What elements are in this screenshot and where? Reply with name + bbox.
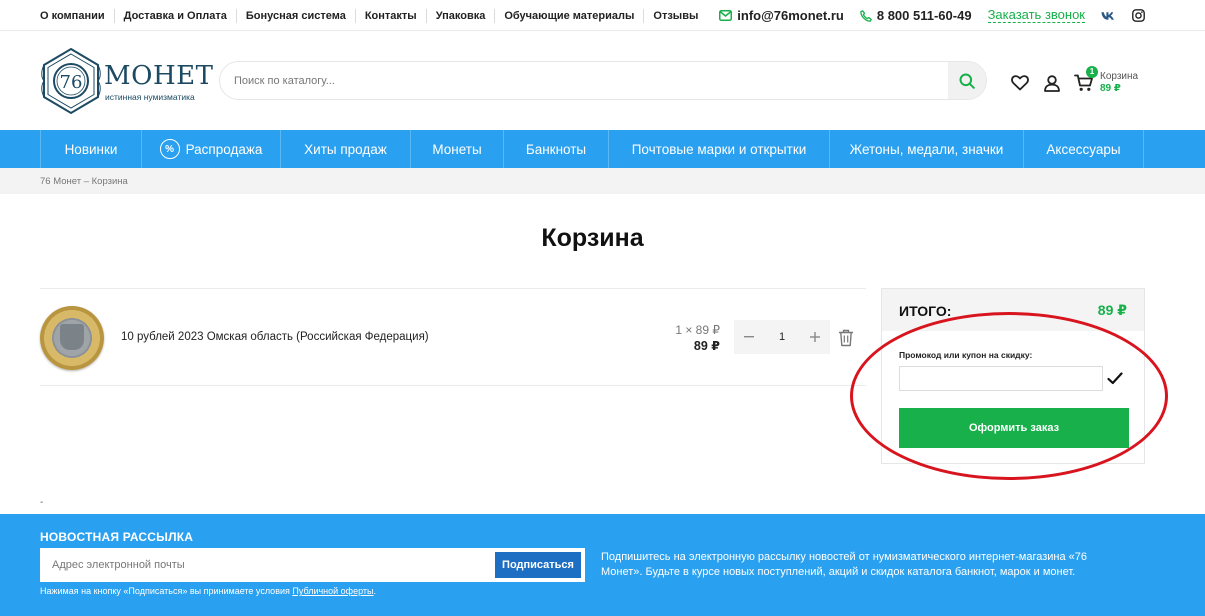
instagram-icon[interactable] <box>1131 9 1145 23</box>
quantity-decrease-button[interactable] <box>734 320 764 354</box>
nav-banknotes[interactable]: Банкноты <box>503 130 608 168</box>
svg-text:76: 76 <box>60 72 83 93</box>
coin-emblem <box>60 324 84 350</box>
nav-bestsellers[interactable]: Хиты продаж <box>280 130 410 168</box>
newsletter-section: НОВОСТНАЯ РАССЫЛКА Подписаться Нажимая н… <box>0 514 1205 616</box>
trash-icon <box>839 329 853 347</box>
logo-tagline: истинная нумизматика <box>105 92 195 102</box>
newsletter-note: Нажимая на кнопку «Подписаться» вы прини… <box>40 586 376 596</box>
phone-icon <box>860 9 872 22</box>
mail-icon <box>719 10 733 21</box>
product-total-price: 89 ₽ <box>693 339 720 353</box>
search-input[interactable] <box>234 62 934 99</box>
favorites-button[interactable] <box>1010 73 1030 93</box>
phone-text: 8 800 511-60-49 <box>876 8 972 23</box>
top-link-packaging[interactable]: Упаковка <box>425 8 495 23</box>
nav-sale-label: Распродажа <box>185 141 263 157</box>
apply-promo-button[interactable] <box>1106 369 1124 387</box>
callback-link[interactable]: Заказать звонок <box>987 8 1085 23</box>
percent-icon: % <box>159 139 180 159</box>
top-link-delivery[interactable]: Доставка и Оплата <box>113 8 236 23</box>
newsletter-title: НОВОСТНАЯ РАССЫЛКА <box>40 530 194 544</box>
top-link-about[interactable]: О компании <box>40 9 114 23</box>
cart-count-badge: 1 <box>1086 66 1098 78</box>
order-summary: ИТОГО: 89 ₽ Промокод или купон на скидку… <box>881 288 1145 464</box>
vk-icon[interactable] <box>1101 9 1115 23</box>
nav-coins[interactable]: Монеты <box>410 130 503 168</box>
public-offer-link[interactable]: Публичной оферты <box>292 586 373 596</box>
account-button[interactable] <box>1042 73 1062 93</box>
summary-total-label: ИТОГО: <box>899 303 952 319</box>
quantity-increase-button[interactable] <box>800 320 830 354</box>
checkmark-icon <box>1107 371 1123 384</box>
cart-item-row: 10 рублей 2023 Омская область (Российска… <box>40 288 866 386</box>
product-price: 1 × 89 ₽ 89 ₽ <box>660 322 720 354</box>
quantity-value[interactable]: 1 <box>764 331 800 343</box>
header-icons: 1 Корзина 89 ₽ <box>1010 66 1138 95</box>
promo-label: Промокод или купон на скидку: <box>899 350 1033 360</box>
newsletter-form: Подписаться <box>40 548 585 582</box>
cart-summary: Корзина 89 ₽ <box>1100 71 1138 95</box>
newsletter-description: Подпишитесь на электронную рассылку ново… <box>601 551 1087 578</box>
search-bar <box>219 61 987 100</box>
nav-accessories[interactable]: Аксессуары <box>1023 130 1144 168</box>
page-title: Корзина <box>541 224 644 252</box>
minus-icon <box>744 336 754 338</box>
site-logo[interactable]: 76 МОНЕТ истинная нумизматика <box>40 47 213 115</box>
newsletter-note-text: Нажимая на кнопку «Подписаться» вы прини… <box>40 586 293 596</box>
newsletter-email-input[interactable] <box>52 550 492 580</box>
top-link-reviews[interactable]: Отзывы <box>643 8 707 23</box>
search-button[interactable] <box>948 62 986 99</box>
checkout-button[interactable]: Оформить заказ <box>899 408 1129 448</box>
breadcrumb: 76 Монет – Корзина <box>0 168 1205 194</box>
summary-total-value: 89 ₽ <box>1097 302 1127 318</box>
nav-tokens[interactable]: Жетоны, медали, значки <box>829 130 1023 168</box>
nav-stamps[interactable]: Почтовые марки и открытки <box>608 130 829 168</box>
top-link-contacts[interactable]: Контакты <box>354 8 426 23</box>
quantity-stepper: 1 <box>734 320 830 354</box>
heart-icon <box>1011 75 1029 91</box>
top-link-bonus[interactable]: Бонусная система <box>235 8 355 23</box>
summary-header: ИТОГО: 89 ₽ <box>882 289 1144 331</box>
top-nav: О компании Доставка и Оплата Бонусная си… <box>40 0 707 31</box>
nav-sale[interactable]: % Распродажа <box>141 130 280 168</box>
search-icon <box>959 73 975 89</box>
nav-new[interactable]: Новинки <box>40 130 141 168</box>
remove-item-button[interactable] <box>838 329 854 347</box>
product-name[interactable]: 10 рублей 2023 Омская область (Российска… <box>121 331 429 343</box>
subscribe-button[interactable]: Подписаться <box>495 552 581 578</box>
site-header: 76 МОНЕТ истинная нумизматика 1 Корзина … <box>0 31 1205 130</box>
top-bar: О компании Доставка и Оплата Бонусная си… <box>0 0 1205 31</box>
main-nav: Новинки % Распродажа Хиты продаж Монеты … <box>0 130 1205 168</box>
user-icon <box>1044 74 1060 92</box>
cart-sum: 89 ₽ <box>1100 83 1121 94</box>
top-link-learning[interactable]: Обучающие материалы <box>494 8 643 23</box>
plus-icon <box>810 332 820 342</box>
cart-button[interactable]: 1 Корзина 89 ₽ <box>1074 66 1138 95</box>
logo-name: МОНЕТ <box>104 61 214 91</box>
promo-code-input[interactable] <box>899 366 1103 391</box>
top-contacts: info@76monet.ru 8 800 511-60-49 Заказать… <box>719 0 1145 31</box>
newsletter-note-end: . <box>373 586 376 596</box>
phone-link[interactable]: 8 800 511-60-49 <box>860 8 972 23</box>
product-image[interactable] <box>40 306 104 370</box>
cart-label: Корзина <box>1100 71 1139 82</box>
email-link[interactable]: info@76monet.ru <box>719 8 844 23</box>
logo-emblem-icon: 76 <box>41 47 101 115</box>
stray-dash: - <box>40 497 44 508</box>
product-unit-price: 1 × 89 ₽ <box>675 323 720 337</box>
email-text: info@76monet.ru <box>737 8 844 23</box>
breadcrumb-text[interactable]: 76 Монет – Корзина <box>40 176 128 187</box>
